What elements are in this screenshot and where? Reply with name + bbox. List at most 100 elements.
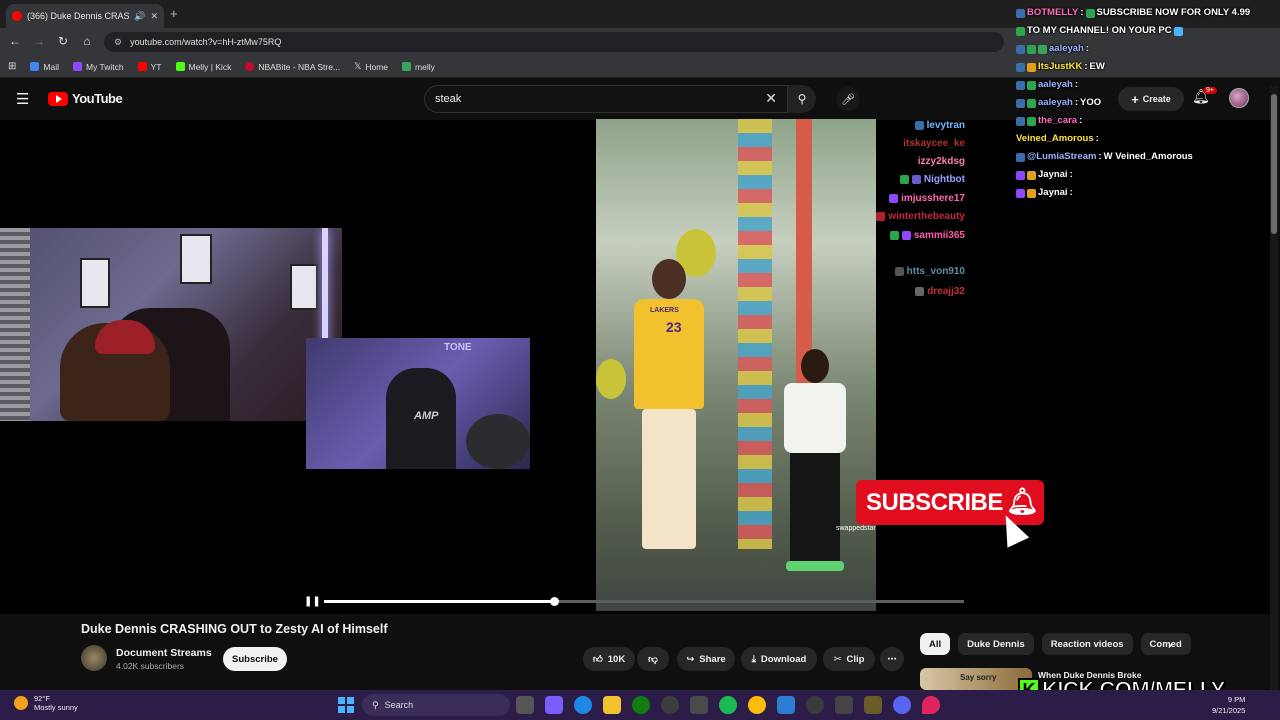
badge-icon bbox=[894, 266, 904, 276]
badge-icon bbox=[914, 120, 924, 130]
overlay-name: levytran bbox=[914, 120, 965, 131]
pause-icon[interactable]: ❚❚ bbox=[304, 596, 321, 607]
recommendation-thumbnail[interactable]: Say sorry bbox=[920, 668, 1032, 690]
discord-icon[interactable] bbox=[893, 696, 911, 714]
download-button[interactable]: ⤓ Download bbox=[741, 647, 817, 671]
address-bar[interactable]: ⚙ youtube.com/watch?v=hH-ztMw75RQ bbox=[104, 32, 1004, 52]
task-view-icon[interactable] bbox=[516, 696, 534, 714]
scrollbar-thumb[interactable] bbox=[1271, 94, 1277, 234]
bookmark-nbabite[interactable]: NBABite - NBA Stre... bbox=[245, 62, 340, 72]
bookmark-home[interactable]: 𝕏 Home bbox=[354, 61, 388, 72]
bookmark-mail[interactable]: Mail bbox=[30, 62, 59, 72]
more-icon: ⋯ bbox=[887, 653, 897, 665]
overlay-name: imjusshere17 bbox=[889, 193, 965, 204]
weather-widget[interactable]: 92°F Mostly sunny bbox=[14, 694, 78, 712]
twitch-icon bbox=[72, 62, 82, 71]
search-input[interactable]: steak ✕ bbox=[424, 85, 788, 113]
youtube-play-icon bbox=[48, 91, 68, 106]
overlay-name: sammii365 bbox=[889, 230, 965, 241]
share-button[interactable]: ↪ Share bbox=[677, 647, 735, 671]
badge-icon bbox=[1016, 44, 1025, 54]
edge-icon[interactable] bbox=[574, 696, 592, 714]
channel-avatar[interactable] bbox=[81, 645, 107, 671]
subscribe-button[interactable]: Subscribe bbox=[223, 647, 287, 671]
badge-icon bbox=[1038, 44, 1047, 54]
overlay-name: htts_von910 bbox=[894, 266, 965, 277]
spotify-icon[interactable] bbox=[719, 696, 737, 714]
chat-message: aaleyah : YOO bbox=[1016, 94, 1278, 112]
chat-message: ItsJustKK : EW bbox=[1016, 58, 1278, 76]
kick-icon bbox=[175, 62, 185, 71]
tab-audio-icon[interactable]: 🔊 bbox=[134, 11, 145, 22]
bookmark-yt[interactable]: YT bbox=[137, 62, 162, 72]
new-tab-icon[interactable]: + bbox=[170, 6, 178, 21]
youtube-icon bbox=[137, 62, 147, 71]
badge-icon bbox=[1027, 80, 1036, 90]
back-icon[interactable]: ← bbox=[8, 34, 22, 48]
pc-icon bbox=[1173, 26, 1183, 36]
chip-duke-dennis[interactable]: Duke Dennis bbox=[958, 633, 1034, 655]
media-player-icon[interactable] bbox=[806, 696, 824, 714]
chat-message: @LumiaStream : W Veined_Amorous bbox=[1016, 148, 1278, 166]
photos-icon[interactable] bbox=[777, 696, 795, 714]
clip-button[interactable]: ✂ Clip bbox=[823, 647, 875, 671]
overlay-name: winterthebeauty bbox=[876, 211, 965, 222]
bookmark-my-twitch[interactable]: My Twitch bbox=[72, 62, 124, 72]
copilot-icon[interactable] bbox=[545, 696, 563, 714]
chip-reaction-videos[interactable]: Reaction videos bbox=[1041, 633, 1133, 655]
check-icon bbox=[1085, 8, 1095, 18]
chrome-icon[interactable] bbox=[748, 696, 766, 714]
hamburger-menu-icon[interactable]: ☰ bbox=[16, 90, 29, 108]
youtube-favicon-icon bbox=[12, 11, 22, 21]
app-icon[interactable] bbox=[835, 696, 853, 714]
sun-icon bbox=[14, 696, 28, 710]
thumbs-down-icon: 👎︎ bbox=[648, 654, 658, 665]
chip-all[interactable]: All bbox=[920, 633, 951, 655]
clear-search-icon[interactable]: ✕ bbox=[765, 90, 777, 107]
video-title: Duke Dennis CRASHING OUT to Zesty AI of … bbox=[81, 622, 388, 636]
badge-icon bbox=[1027, 44, 1036, 54]
youtube-logo[interactable]: YouTube bbox=[48, 91, 123, 106]
forward-icon[interactable]: → bbox=[32, 34, 46, 48]
location-icon[interactable] bbox=[922, 696, 940, 714]
channel-name[interactable]: Document Streams bbox=[116, 647, 212, 659]
badge-icon bbox=[1016, 62, 1025, 72]
badge-icon bbox=[889, 193, 899, 203]
app-icon[interactable] bbox=[864, 696, 882, 714]
like-button[interactable]: 👍︎ 10K bbox=[583, 647, 635, 671]
download-icon: ⤓ bbox=[751, 653, 756, 665]
browser-tab[interactable]: (366) Duke Dennis CRASHI 🔊 ✕ bbox=[6, 4, 164, 28]
poster bbox=[290, 264, 318, 310]
start-button[interactable] bbox=[338, 697, 354, 713]
voice-search-button[interactable]: 🎤︎ bbox=[836, 87, 860, 111]
file-explorer-icon[interactable] bbox=[603, 696, 621, 714]
chevron-right-icon[interactable]: › bbox=[1168, 638, 1172, 652]
badge-icon bbox=[1016, 116, 1025, 126]
progress-fill bbox=[324, 600, 555, 603]
bookmark-melly-kick[interactable]: Melly | Kick bbox=[175, 62, 231, 72]
search-button[interactable]: ⚲ bbox=[788, 85, 816, 113]
chat-message: aaleyah : bbox=[1016, 40, 1278, 58]
bookmark-melly[interactable]: melly bbox=[402, 62, 435, 72]
progress-bar[interactable] bbox=[324, 597, 964, 606]
badge-icon bbox=[1016, 188, 1025, 198]
overlay-name: izzy2kdsg bbox=[917, 156, 965, 167]
home-icon[interactable]: ⌂ bbox=[80, 34, 94, 48]
person-white-shirt bbox=[776, 349, 856, 579]
dislike-button[interactable]: 👎︎ bbox=[637, 647, 669, 671]
system-clock[interactable]: 9 PM 9/21/2025 bbox=[1212, 694, 1245, 716]
check-icon bbox=[1016, 26, 1025, 36]
reload-icon[interactable]: ↻ bbox=[56, 34, 70, 48]
taskbar-search[interactable]: ⚲ Search bbox=[362, 694, 510, 716]
site-info-icon[interactable]: ⚙ bbox=[114, 37, 122, 48]
apps-icon[interactable]: ⊞ bbox=[8, 61, 16, 72]
xbox-icon[interactable] bbox=[632, 696, 650, 714]
progress-scrubber[interactable] bbox=[550, 597, 560, 606]
overlay-name: itskaycee_ke bbox=[903, 138, 965, 149]
app-icon[interactable] bbox=[661, 696, 679, 714]
tab-close-icon[interactable]: ✕ bbox=[150, 11, 158, 22]
more-actions-button[interactable]: ⋯ bbox=[880, 647, 904, 671]
chip-comedy[interactable]: Comed bbox=[1140, 633, 1191, 655]
page-scrollbar[interactable] bbox=[1270, 86, 1278, 692]
store-icon[interactable] bbox=[690, 696, 708, 714]
